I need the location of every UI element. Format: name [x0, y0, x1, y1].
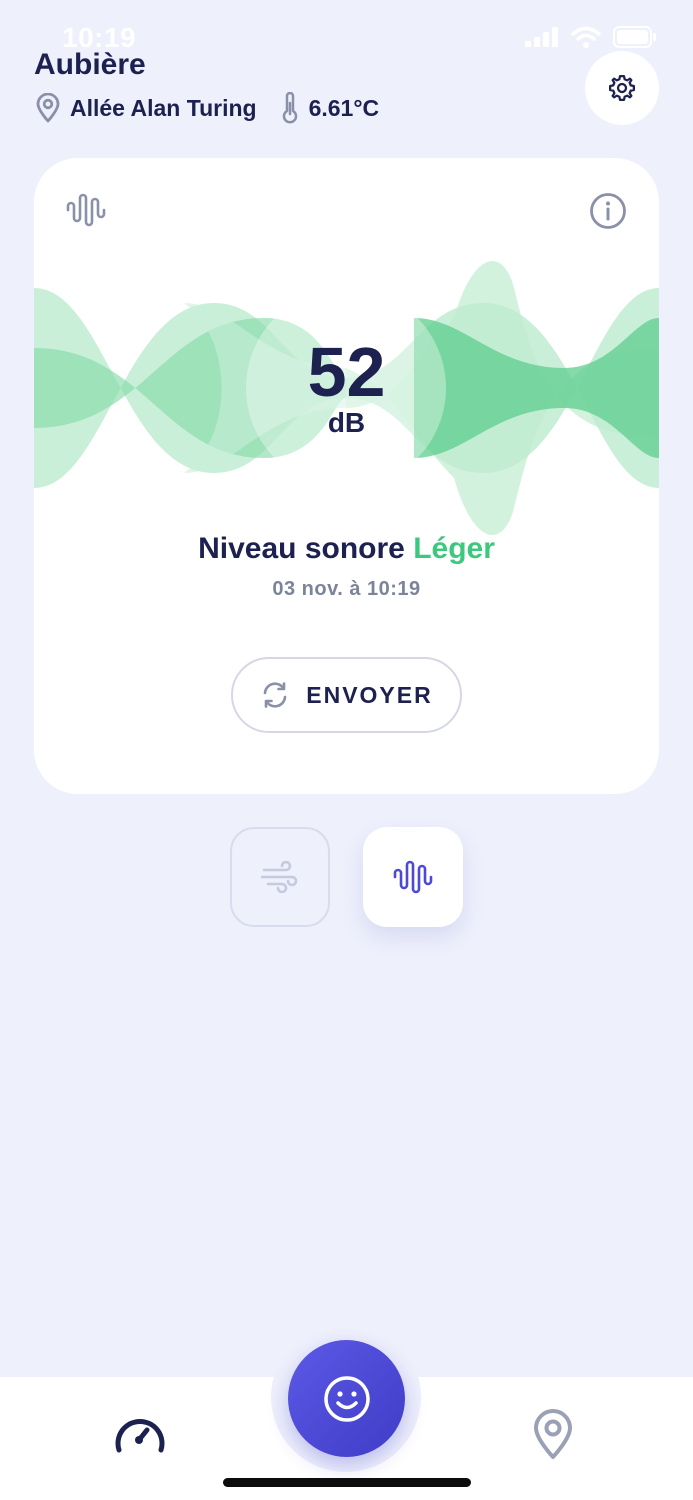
battery-icon: [613, 26, 656, 48]
sound-wave-icon: [66, 193, 106, 227]
location-details: Allée Alan Turing 6.61°C: [34, 92, 379, 124]
smiley-icon: [323, 1375, 370, 1422]
city-name: Aubière: [34, 48, 146, 81]
street-name: Allée Alan Turing: [70, 94, 257, 121]
home-indicator: [223, 1478, 471, 1487]
gauge-icon: [115, 1418, 165, 1453]
noise-level: Niveau sonore Léger: [34, 532, 659, 566]
sound-mode-button[interactable]: [363, 827, 463, 927]
status-icons: [525, 26, 657, 48]
temperature-value: 6.61°C: [308, 94, 380, 121]
decibel-value: 52: [307, 333, 386, 411]
send-button-label: ENVOYER: [306, 681, 433, 708]
decibel-unit: dB: [327, 407, 366, 438]
gear-icon: [609, 75, 635, 101]
noise-level-label: Niveau sonore: [198, 532, 405, 565]
location-header: Aubière Allée Alan Turing 6.61°C: [34, 48, 379, 124]
wind-icon: [260, 861, 298, 893]
noise-reading: 52 dB: [34, 336, 659, 438]
nav-map-tab[interactable]: [531, 1408, 575, 1465]
cellular-icon: [525, 27, 558, 47]
nav-dashboard-tab[interactable]: [112, 1410, 168, 1461]
map-pin-icon: [36, 93, 60, 123]
mood-fab-button[interactable]: [288, 1340, 405, 1457]
wifi-icon: [571, 26, 601, 48]
sound-wave-icon: [393, 860, 433, 894]
measurement-timestamp: 03 nov. à 10:19: [272, 578, 421, 600]
settings-button[interactable]: [585, 51, 659, 125]
thermometer-icon: [282, 92, 297, 124]
noise-level-value: Léger: [413, 532, 495, 565]
noise-card: 52 dB Niveau sonore Léger 03 nov. à 10:1…: [34, 158, 659, 794]
wind-mode-button[interactable]: [230, 827, 330, 927]
map-pin-icon: [534, 1409, 572, 1459]
send-button[interactable]: ENVOYER: [231, 657, 462, 733]
info-icon[interactable]: [589, 192, 627, 230]
refresh-icon: [263, 682, 287, 708]
